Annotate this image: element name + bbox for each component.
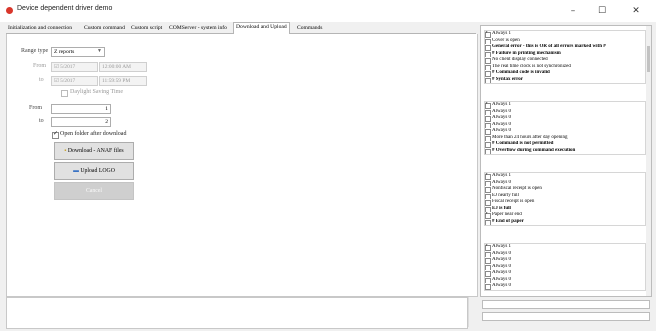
open-folder-label: Open folder after download [60, 131, 127, 137]
app-window: Device dependent driver demo – ☐ ✕ Initi… [0, 0, 656, 331]
upload-logo-label: Upload LOGO [80, 168, 115, 174]
status-group-3: Always 1 Always 0 Nonfiscal receipt is o… [484, 172, 646, 226]
checkbox-icon[interactable] [485, 219, 491, 225]
tab-initialization[interactable]: Initialization and connection [6, 24, 74, 33]
to-date-label: to [39, 77, 44, 83]
from-date-label: From [33, 63, 47, 69]
status-group-2: Always 1 Always 0 Always 0 Always 0 Alwa… [484, 101, 646, 155]
from-date-picker[interactable]: ☑ 5/2017 [51, 62, 98, 72]
status-item[interactable]: # End of paper [485, 219, 645, 225]
from-time-picker[interactable]: 12:00:00 AM [99, 62, 147, 72]
checkbox-icon[interactable] [485, 148, 491, 154]
status-group-4: Always 1 Always 0 Always 0 Always 0 Alwa… [484, 243, 646, 291]
maximize-button[interactable]: ☐ [589, 3, 615, 19]
download-anaf-label: Download - ANAF files [67, 148, 124, 154]
title-bar: Device dependent driver demo – ☐ ✕ [0, 0, 656, 22]
dst-label: Daylight Saving Time [70, 89, 124, 95]
folder-icon: ▪ [64, 148, 67, 154]
to-time-picker[interactable]: 11:59:59 PM [99, 76, 147, 86]
status-item[interactable]: # Overflow during command execution [485, 148, 645, 154]
status-item[interactable]: Always 0 [485, 283, 645, 290]
download-anaf-button[interactable]: ▪ Download - ANAF files [54, 142, 134, 160]
tab-download-upload[interactable]: Download and Upload [233, 22, 290, 34]
tab-strip: Initialization and connection Custom com… [6, 22, 476, 34]
chevron-down-icon: ▼ [97, 49, 102, 54]
status-scrollbar[interactable] [646, 26, 651, 296]
status-group-1: Always 1 Cover is open General error - t… [484, 30, 646, 84]
window-title: Device dependent driver demo [17, 5, 113, 12]
minimize-button[interactable]: – [560, 3, 586, 19]
cancel-button[interactable]: Cancel [54, 182, 134, 200]
download-upload-panel: Range type Z reports ▼ From ☑ 5/2017 12:… [6, 34, 478, 297]
to-date-picker[interactable]: ☑ 5/2017 [51, 76, 98, 86]
upload-icon: ▬ [73, 168, 79, 174]
close-button[interactable]: ✕ [623, 3, 649, 19]
upload-logo-button[interactable]: ▬ Upload LOGO [54, 162, 134, 180]
status-field-2[interactable] [482, 312, 650, 321]
range-type-select[interactable]: Z reports ▼ [51, 47, 105, 57]
open-folder-checkbox[interactable] [52, 130, 59, 139]
log-scrollbar[interactable] [468, 297, 477, 327]
tab-comserver-info[interactable]: COMServer - system info [167, 24, 229, 33]
app-icon [6, 7, 13, 14]
dst-checkbox[interactable] [61, 90, 68, 97]
log-output[interactable] [6, 297, 468, 329]
to-number-input[interactable]: 2 [51, 117, 111, 127]
status-item[interactable]: # Syntax error [485, 77, 645, 83]
checkbox-icon[interactable] [485, 77, 491, 83]
status-panel: Always 1 Cover is open General error - t… [480, 25, 652, 297]
range-type-label: Range type [21, 48, 49, 54]
tab-custom-command[interactable]: Custom command [82, 24, 127, 33]
to-number-label: to [39, 118, 44, 124]
checkbox-icon[interactable] [485, 284, 491, 290]
from-number-input[interactable]: 1 [51, 104, 111, 114]
tab-commands[interactable]: Commands [295, 24, 324, 33]
scrollbar-thumb[interactable] [647, 46, 650, 72]
status-field-1[interactable] [482, 300, 650, 309]
range-type-value: Z reports [54, 49, 75, 55]
from-number-label: From [29, 105, 43, 111]
tab-custom-script[interactable]: Custom script [129, 24, 164, 33]
